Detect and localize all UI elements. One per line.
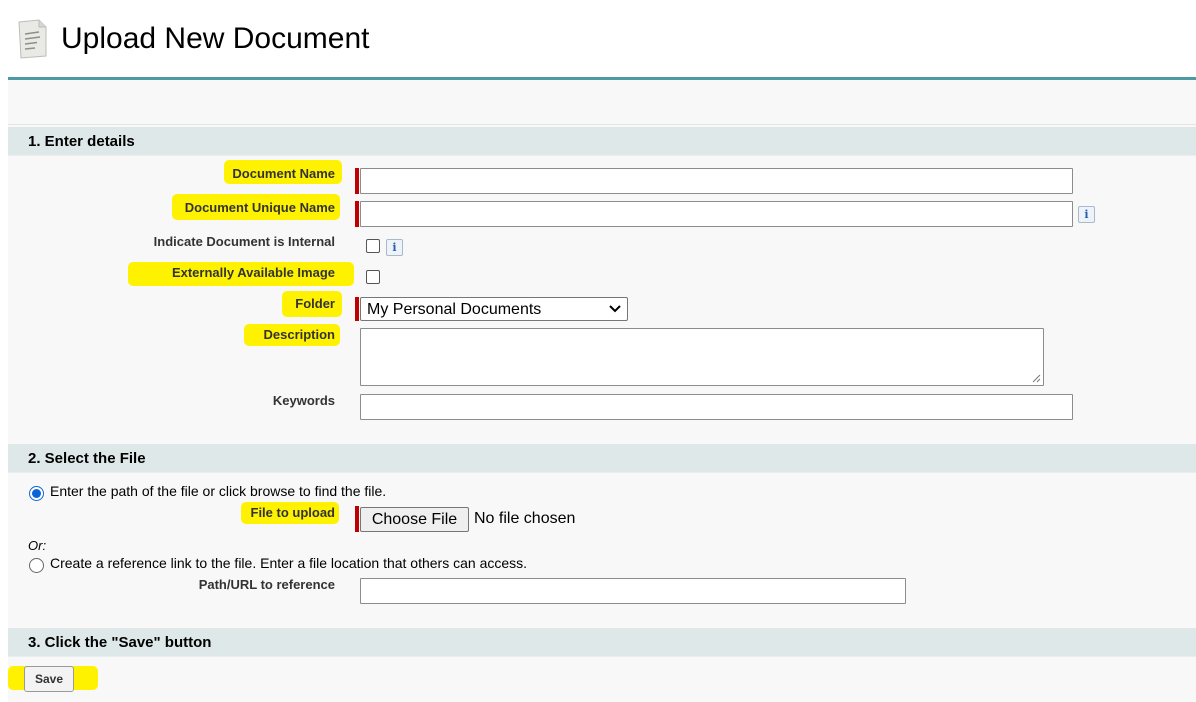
- keywords-label: Keywords: [272, 393, 335, 408]
- keywords-label-wrap: Keywords: [8, 393, 335, 413]
- folder-selected-value: My Personal Documents: [367, 301, 542, 318]
- chevron-down-icon: [609, 305, 621, 313]
- section-save-header: 3. Click the "Save" button: [8, 628, 1196, 657]
- or-text: Or:: [28, 538, 47, 553]
- path-label-wrap: Path/URL to reference: [8, 577, 335, 597]
- required-marker: [355, 297, 359, 321]
- panel-top-bar: [8, 80, 1196, 125]
- reference-link-option-text: Create a reference link to the file. Ent…: [50, 555, 528, 571]
- unique-name-input[interactable]: [360, 201, 1073, 227]
- document-name-input[interactable]: [360, 168, 1073, 194]
- no-file-chosen-text: No file chosen: [474, 510, 576, 527]
- file-label-wrap: File to upload: [8, 505, 336, 525]
- description-label-wrap: Description: [8, 327, 335, 347]
- folder-select[interactable]: My Personal Documents: [360, 297, 628, 321]
- path-url-label: Path/URL to reference: [198, 577, 335, 592]
- description-textarea[interactable]: [360, 328, 1044, 386]
- section-enter-details-header: 1. Enter details: [8, 127, 1196, 156]
- save-button[interactable]: Save: [24, 666, 74, 692]
- folder-label-wrap: Folder: [8, 296, 335, 316]
- description-label: Description: [263, 327, 335, 342]
- reference-link-radio[interactable]: [29, 558, 44, 573]
- browse-file-radio[interactable]: [29, 486, 44, 501]
- external-image-checkbox[interactable]: [366, 270, 380, 284]
- page-title: Upload New Document: [61, 22, 370, 55]
- path-url-input[interactable]: [360, 578, 906, 604]
- document-icon: [18, 19, 47, 59]
- section-select-file-header: 2. Select the File: [8, 444, 1196, 473]
- required-marker: [355, 201, 359, 227]
- info-icon[interactable]: i: [386, 239, 403, 256]
- section-select-file-title: 2. Select the File: [28, 450, 146, 467]
- file-to-upload-label: File to upload: [250, 505, 336, 520]
- external-label-wrap: Externally Available Image: [8, 265, 335, 285]
- section-enter-details-title: 1. Enter details: [28, 133, 135, 150]
- document-name-label-wrap: Document Name: [8, 166, 335, 186]
- external-image-label: Externally Available Image: [171, 265, 335, 280]
- internal-label-wrap: Indicate Document is Internal: [8, 234, 335, 254]
- page-header: Upload New Document: [0, 0, 1196, 78]
- folder-label: Folder: [295, 296, 335, 311]
- internal-checkbox[interactable]: [366, 239, 380, 253]
- unique-name-label-wrap: Document Unique Name: [8, 200, 335, 220]
- required-marker: [355, 168, 359, 194]
- required-marker: [355, 506, 359, 532]
- info-icon[interactable]: i: [1078, 206, 1095, 223]
- choose-file-button[interactable]: Choose File: [360, 507, 469, 532]
- unique-name-label: Document Unique Name: [184, 200, 335, 215]
- internal-label: Indicate Document is Internal: [153, 234, 335, 249]
- browse-file-option-text: Enter the path of the file or click brow…: [50, 483, 387, 499]
- resize-grip-icon[interactable]: [1031, 373, 1041, 383]
- section-save-title: 3. Click the "Save" button: [28, 634, 212, 651]
- document-name-label: Document Name: [232, 166, 335, 181]
- keywords-input[interactable]: [360, 394, 1073, 420]
